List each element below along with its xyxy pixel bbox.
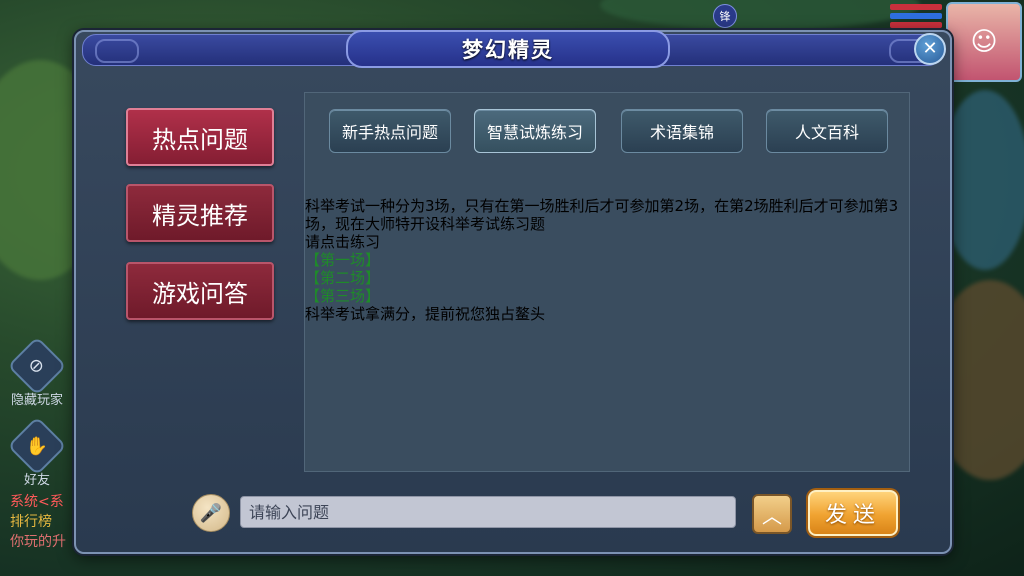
content-panel: 新手热点问题 智慧试炼练习 术语集锦 人文百科 科举考试一种分为3场，只有在第一… — [304, 92, 910, 472]
fairy-helper-dialog: 梦幻精灵 ✕ 热点问题 精灵推荐 游戏问答 新手热点问题 智慧试炼练习 术语集锦… — [74, 30, 952, 554]
handshake-icon: ✋ — [7, 416, 67, 476]
expand-button[interactable]: ︿ — [752, 494, 792, 534]
hide-players-button[interactable]: ⊘ 隐藏玩家 — [6, 336, 68, 408]
hide-players-icon: ⊘ — [7, 336, 67, 396]
top-status-badge[interactable]: 锋 — [713, 4, 737, 28]
link-round-2[interactable]: 【第二场】 — [305, 269, 905, 287]
chat-line: 排行榜 — [10, 514, 52, 530]
microphone-button[interactable]: 🎤 — [192, 494, 230, 532]
link-round-3[interactable]: 【第三场】 — [305, 287, 905, 305]
chat-line: 你玩的升 — [10, 534, 66, 550]
scene-treetops — [600, 0, 920, 30]
answer-text: 科举考试一种分为3场，只有在第一场胜利后才可参加第2场，在第2场胜利后才可参加第… — [305, 197, 905, 323]
category-game-qa[interactable]: 游戏问答 — [126, 262, 274, 320]
answer-paragraph: 科举考试一种分为3场，只有在第一场胜利后才可参加第2场，在第2场胜利后才可参加第… — [305, 197, 899, 233]
category-hot-questions[interactable]: 热点问题 — [126, 108, 274, 166]
link-round-1[interactable]: 【第一场】 — [305, 251, 905, 269]
player-avatar[interactable]: ☺ — [946, 2, 1022, 82]
answer-closing: 科举考试拿满分，提前祝您独占鳌头 — [305, 305, 546, 323]
chat-line: 系统<系 — [10, 494, 64, 510]
friends-button[interactable]: ✋ 好友 — [6, 416, 68, 488]
tab-newbie-hot[interactable]: 新手热点问题 — [329, 109, 451, 153]
player-status-bars — [890, 4, 942, 31]
chevron-up-icon: ︿ — [762, 503, 782, 528]
chat-log[interactable]: 系统<系 排行榜 你玩的升 — [10, 492, 66, 552]
exp-bar — [890, 22, 942, 28]
mp-bar — [890, 13, 942, 19]
cloud-ornament-icon — [95, 39, 139, 63]
category-fairy-recommend[interactable]: 精灵推荐 — [126, 184, 274, 242]
answer-prompt: 请点击练习 — [305, 233, 381, 251]
dialog-title: 梦幻精灵 — [346, 30, 670, 68]
tab-humanities[interactable]: 人文百科 — [766, 109, 888, 153]
send-button[interactable]: 发送 — [808, 490, 898, 536]
microphone-icon: 🎤 — [199, 502, 223, 524]
scene-water — [940, 90, 1024, 270]
question-input[interactable]: 请输入问题 — [240, 496, 736, 528]
tab-wisdom-practice[interactable]: 智慧试炼练习 — [474, 109, 596, 153]
hp-bar — [890, 4, 942, 10]
close-button[interactable]: ✕ — [914, 33, 946, 65]
avatar-face-icon: ☺ — [970, 27, 998, 57]
tab-terminology[interactable]: 术语集锦 — [621, 109, 743, 153]
